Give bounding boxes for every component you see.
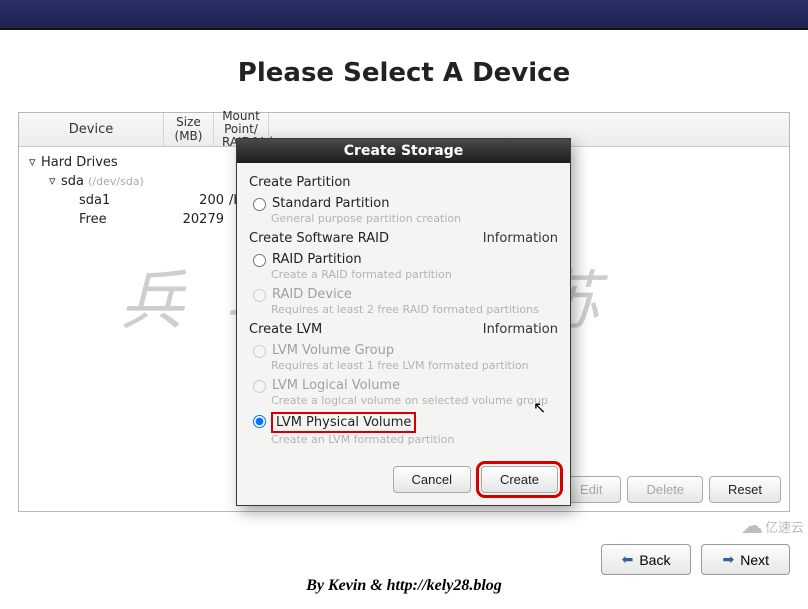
dialog-title: Create Storage [237,139,570,163]
create-storage-dialog: Create Storage Create Partition Standard… [236,138,571,506]
arrow-right-icon: ➡ [722,551,734,568]
opt-lvm-logical-volume: LVM Logical Volume [253,378,558,393]
opt-raid-device: RAID Device [253,287,558,302]
radio-lvm-volume-group [253,345,266,358]
back-button[interactable]: ⬅ Back [601,544,692,575]
opt-lvm-physical-volume[interactable]: LVM Physical Volume [253,413,558,432]
opt-standard-partition[interactable]: Standard Partition [253,196,558,211]
corner-logo: ☁亿速云 [741,514,804,539]
radio-lvm-logical-volume [253,380,266,393]
radio-raid-device [253,289,266,302]
footer-credit: By Kevin & http://kely28.blog [0,577,808,595]
section-create-partition: Create Partition [249,175,558,190]
desc-raid-partition: Create a RAID formated partition [271,268,558,281]
reset-button[interactable]: Reset [709,476,781,503]
arrow-left-icon: ⬅ [622,551,634,568]
col-device[interactable]: Device [19,113,164,146]
chevron-down-icon[interactable]: ▿ [29,155,41,170]
page-title: Please Select A Device [0,58,808,88]
dialog-create-button[interactable]: Create [481,466,558,493]
desc-lvm-physical-volume: Create an LVM formated partition [271,433,558,446]
section-create-raid: Create Software RAID Information [249,231,558,246]
raid-info-link[interactable]: Information [483,231,558,246]
cloud-icon: ☁ [741,514,763,539]
cancel-button[interactable]: Cancel [393,466,471,493]
next-button[interactable]: ➡ Next [701,544,790,575]
desc-raid-device: Requires at least 2 free RAID formated p… [271,303,558,316]
desc-lvm-logical-volume: Create a logical volume on selected volu… [271,394,558,407]
desc-lvm-volume-group: Requires at least 1 free LVM formated pa… [271,359,558,372]
lvm-info-link[interactable]: Information [483,322,558,337]
radio-raid-partition[interactable] [253,254,266,267]
radio-standard-partition[interactable] [253,198,266,211]
desc-standard-partition: General purpose partition creation [271,212,558,225]
opt-raid-partition[interactable]: RAID Partition [253,252,558,267]
delete-button: Delete [627,476,703,503]
window-titlebar [0,0,808,30]
col-size[interactable]: Size (MB) [164,113,214,146]
dialog-button-row: Cancel Create [237,456,570,505]
chevron-down-icon[interactable]: ▿ [49,174,61,189]
section-create-lvm: Create LVM Information [249,322,558,337]
radio-lvm-physical-volume[interactable] [253,415,266,428]
wizard-nav: ⬅ Back ➡ Next [601,544,790,575]
opt-lvm-volume-group: LVM Volume Group [253,343,558,358]
